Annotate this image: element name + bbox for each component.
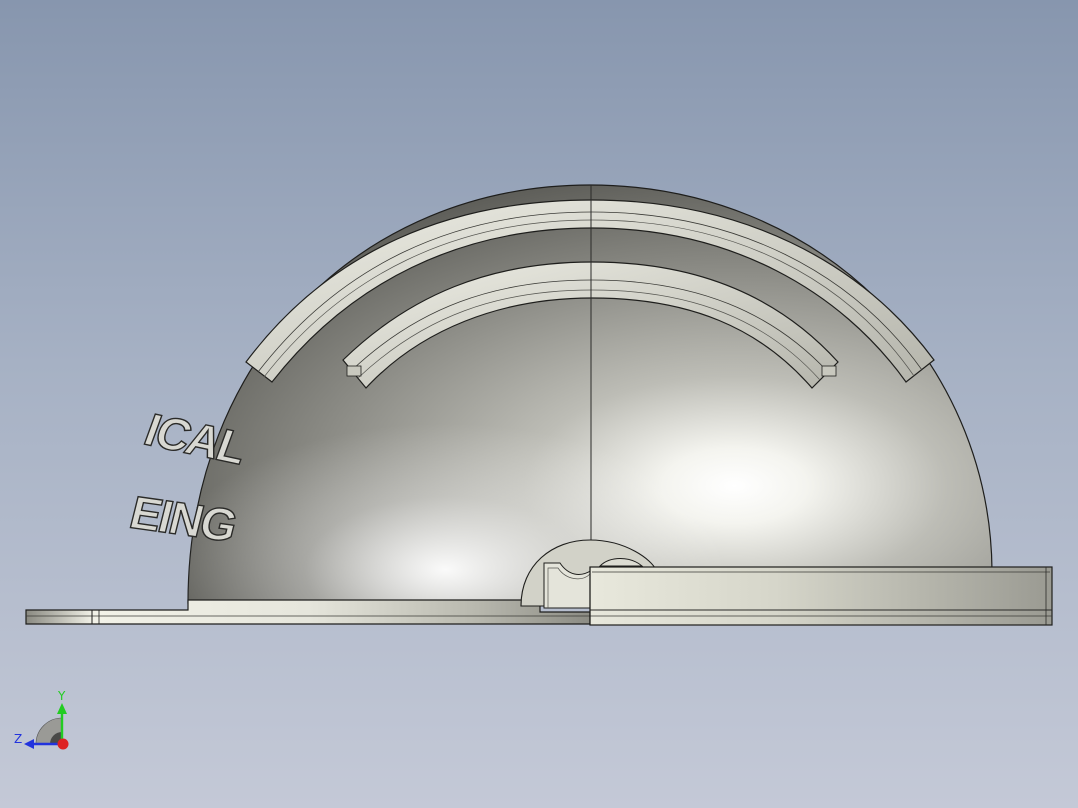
- brim-left[interactable]: [25, 599, 591, 625]
- triad-z-arrow: [24, 739, 34, 749]
- inner-rib-tab-right: [821, 365, 837, 377]
- triad-y-arrow: [57, 703, 67, 714]
- inner-rib-tab-left: [346, 365, 362, 377]
- graphics-viewport[interactable]: ICAL EING Y Z: [0, 0, 1078, 808]
- triad-x-axis-dot: [57, 738, 69, 750]
- view-triad[interactable]: Y Z: [14, 689, 69, 750]
- triad-z-label: Z: [14, 732, 22, 746]
- triad-y-label: Y: [57, 689, 66, 703]
- helmet-model[interactable]: ICAL EING: [25, 184, 1053, 626]
